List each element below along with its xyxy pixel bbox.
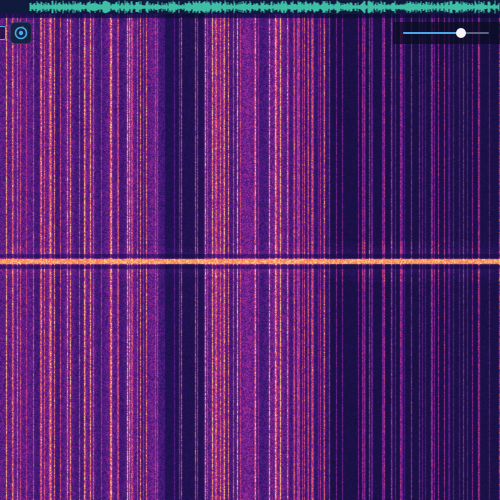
volume-fill <box>403 32 461 34</box>
waveform-path <box>29 0 500 14</box>
volume-track[interactable] <box>403 32 489 34</box>
loop-button[interactable] <box>10 22 32 44</box>
volume-control <box>393 22 500 44</box>
waveform-overview[interactable] <box>0 0 500 14</box>
loop-icon <box>14 26 28 40</box>
panel-toggle-icon[interactable] <box>0 26 6 40</box>
spectrogram-canvas[interactable] <box>0 0 500 500</box>
spectrogram-viewer <box>0 0 500 500</box>
volume-slider-thumb[interactable] <box>455 28 466 38</box>
waveform-svg <box>29 0 500 14</box>
